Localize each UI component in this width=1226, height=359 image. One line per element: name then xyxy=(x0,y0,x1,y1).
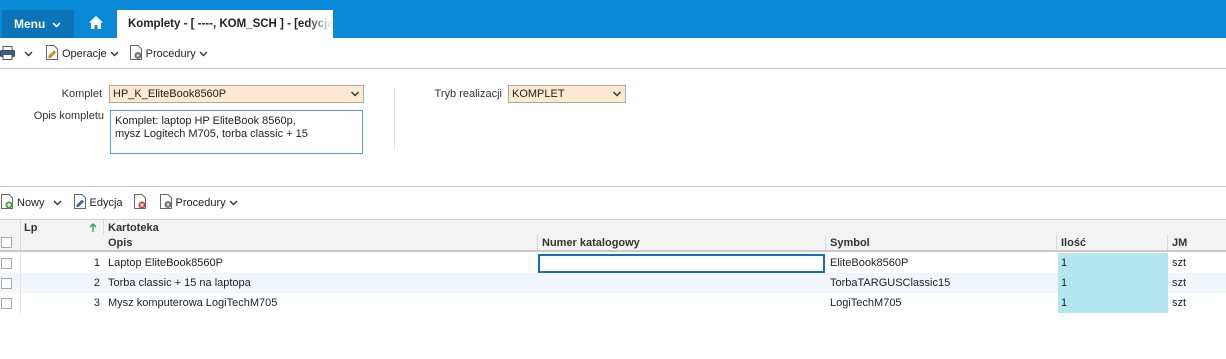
section-divider xyxy=(0,186,1226,187)
cell-numer-katalogowy[interactable] xyxy=(539,273,825,293)
home-icon xyxy=(89,16,103,32)
grid-header-row-1: Lp Kartoteka xyxy=(0,219,1226,235)
operations-label: Operacje xyxy=(62,48,107,60)
chevron-down-icon xyxy=(110,48,119,60)
row-checkbox-cell xyxy=(0,293,12,313)
tab-title: Komplety - [ ----, KOM_SCH ] - [edycja] xyxy=(128,18,333,30)
delete-button[interactable] xyxy=(133,194,147,212)
header-numer-katalogowy[interactable]: Numer katalogowy xyxy=(539,235,640,250)
header-ilosc[interactable]: Ilość xyxy=(1058,235,1086,250)
top-bar: Menu Komplety - [ ----, KOM_SCH ] - [edy… xyxy=(0,0,1226,38)
row-checkbox[interactable] xyxy=(1,257,12,269)
procedures-label: Procedury xyxy=(145,48,196,60)
tryb-select[interactable]: KOMPLET xyxy=(508,85,626,103)
form-column-divider xyxy=(394,88,395,150)
chevron-down-icon xyxy=(24,48,33,60)
chevron-down-icon xyxy=(52,17,61,31)
printer-icon xyxy=(0,45,15,63)
menu-button[interactable]: Menu xyxy=(2,10,74,38)
table-row[interactable]: 1 Laptop EliteBook8560P EliteBook8560P 1… xyxy=(0,253,1226,273)
cell-jm: szt xyxy=(1172,277,1187,289)
cell-numer-katalogowy[interactable] xyxy=(539,293,825,313)
document-gear-icon xyxy=(159,194,173,212)
column-separator xyxy=(1056,235,1057,250)
chevron-down-icon xyxy=(350,89,360,102)
cell-symbol: EliteBook8560P xyxy=(830,257,909,269)
header-opis[interactable]: Opis xyxy=(105,235,132,250)
column-separator xyxy=(537,235,538,250)
tryb-label: Tryb realizacji xyxy=(434,88,502,100)
chevron-down-icon xyxy=(229,197,238,209)
komplet-label: Komplet xyxy=(61,88,102,100)
table-row[interactable]: 3 Mysz komputerowa LogiTechM705 LogiTech… xyxy=(0,293,1226,313)
header-select-all[interactable] xyxy=(0,235,12,250)
toolbar-divider xyxy=(0,68,1226,69)
cell-jm: szt xyxy=(1172,257,1187,269)
document-edit-icon xyxy=(45,45,59,63)
opis-line-1: Komplet: laptop HP EliteBook 8560p, xyxy=(115,115,296,127)
column-separator xyxy=(103,220,104,235)
column-separator xyxy=(1167,235,1168,250)
operations-menu[interactable]: Operacje xyxy=(45,45,119,63)
grid-header-row-2: Opis Numer katalogowy Symbol Ilość JM xyxy=(0,235,1226,252)
cell-opis: Mysz komputerowa LogiTechM705 xyxy=(108,297,278,309)
grid-procedures-label: Procedury xyxy=(175,197,226,209)
opis-label: Opis kompletu xyxy=(33,110,104,122)
header-lp[interactable]: Lp xyxy=(21,220,37,235)
cell-lp: 2 xyxy=(93,277,100,289)
cell-ilosc[interactable]: 1 xyxy=(1058,293,1168,313)
tryb-value: KOMPLET xyxy=(512,88,565,100)
main-toolbar: Operacje Procedury xyxy=(0,41,1226,67)
document-edit-icon xyxy=(73,194,87,212)
home-button[interactable] xyxy=(80,10,112,38)
cell-ilosc[interactable]: 1 xyxy=(1058,273,1168,293)
header-jm[interactable]: JM xyxy=(1169,235,1187,250)
header-symbol[interactable]: Symbol xyxy=(827,235,870,250)
document-gear-icon xyxy=(129,45,143,63)
document-delete-icon xyxy=(133,194,147,212)
chevron-down-icon xyxy=(53,197,62,209)
edit-button[interactable]: Edycja xyxy=(73,194,123,212)
row-checkbox[interactable] xyxy=(1,277,12,289)
tab-fade xyxy=(307,10,333,38)
cell-lp: 1 xyxy=(93,257,100,269)
procedures-menu[interactable]: Procedury xyxy=(129,45,208,63)
cell-symbol: LogiTechM705 xyxy=(830,297,902,309)
select-all-checkbox[interactable] xyxy=(1,237,12,248)
chevron-down-icon xyxy=(199,48,208,60)
opis-line-2: mysz Logitech M705, torba classic + 15 xyxy=(115,128,308,140)
komplet-select[interactable]: HP_K_EliteBook8560P xyxy=(109,85,364,103)
menu-label: Menu xyxy=(14,17,46,31)
table-row[interactable]: 2 Torba classic + 15 na laptopa TorbaTAR… xyxy=(0,273,1226,293)
numer-katalogowy-input[interactable] xyxy=(538,254,825,273)
komplet-value: HP_K_EliteBook8560P xyxy=(113,88,227,100)
new-label: Nowy xyxy=(17,197,45,209)
cell-opis: Laptop EliteBook8560P xyxy=(108,257,223,269)
grid-toolbar: Nowy Edycja Procedury xyxy=(0,193,1226,213)
edit-label: Edycja xyxy=(89,197,123,209)
cell-symbol: TorbaTARGUSClassic15 xyxy=(830,277,951,289)
row-checkbox[interactable] xyxy=(1,297,12,309)
opis-textarea[interactable]: Komplet: laptop HP EliteBook 8560p, mysz… xyxy=(110,110,363,154)
row-checkbox-cell xyxy=(0,253,12,273)
row-checkbox-cell xyxy=(0,273,12,293)
tab-komplety[interactable]: Komplety - [ ----, KOM_SCH ] - [edycja] xyxy=(117,10,333,38)
column-separator xyxy=(825,235,826,250)
grid-procedures-menu[interactable]: Procedury xyxy=(159,194,238,212)
cell-ilosc[interactable]: 1 xyxy=(1058,253,1168,273)
cell-opis: Torba classic + 15 na laptopa xyxy=(108,277,251,289)
cell-lp: 3 xyxy=(93,297,100,309)
cell-jm: szt xyxy=(1172,297,1187,309)
sort-ascending-icon[interactable] xyxy=(88,220,98,235)
new-button[interactable]: Nowy xyxy=(0,194,62,212)
print-button[interactable] xyxy=(0,45,33,63)
header-kartoteka: Kartoteka xyxy=(108,221,159,234)
column-separator xyxy=(20,220,21,235)
column-separator xyxy=(20,235,21,250)
document-add-icon xyxy=(0,194,14,212)
chevron-down-icon xyxy=(612,89,622,102)
